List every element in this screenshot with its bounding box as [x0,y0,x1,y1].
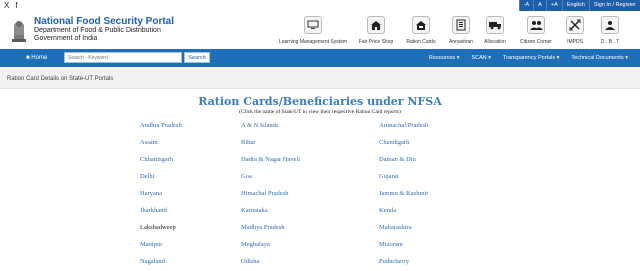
state-row: Nagaland Odisha Puducherry [140,258,460,271]
card-icon [412,16,430,34]
brand-block[interactable]: National Food Security Portal Department… [34,16,174,43]
menu-resources[interactable]: Resources ▾ [429,49,460,67]
social-links: X f [4,1,18,10]
quick-link-fps[interactable]: Fair Price Shop [354,16,398,45]
quick-link-dbt[interactable]: D . B . T [590,16,630,45]
state-link[interactable]: Chandigarh [379,139,409,146]
font-decrease-button[interactable]: -A [518,0,534,11]
state-row: Lakshadweep Madhya Pradesh Maharashtra [140,224,460,241]
state-link[interactable]: Haryana [140,190,162,197]
state-link[interactable]: Puducherry [379,258,409,265]
truck-icon [486,16,504,34]
state-row: Assam Bihar Chandigarh [140,139,460,156]
users-icon [527,16,545,34]
state-link[interactable]: Maharashtra [379,224,411,231]
quick-link-ration-cards[interactable]: Ration Cards [398,16,444,45]
site-header: National Food Security Portal Department… [0,11,640,49]
state-row: Manipur Meghalaya Mizoram [140,241,460,258]
font-normal-button[interactable]: A [533,0,546,11]
state-link[interactable]: Bihar [241,139,255,146]
state-link[interactable]: Dadra & Nagar Haveli [241,156,300,163]
arrows-icon [566,16,584,34]
state-name-static: Lakshadweep [140,224,176,231]
state-link[interactable]: Mizoram [379,241,403,248]
state-link[interactable]: Gujarat [379,173,399,180]
chevron-down-icon: ▾ [488,55,492,61]
state-link[interactable]: Assam [140,139,158,146]
department-name: Department of Food & Public Distribution [34,27,161,34]
top-strip: X f -A A +A English Sign In / Register [0,0,640,11]
state-row: Jharkhand Karnataka Kerala [140,207,460,224]
state-link[interactable]: Kerala [379,207,396,214]
state-link[interactable]: Jharkhand [140,207,167,214]
state-link[interactable]: Odisha [241,258,259,265]
quick-link-impds[interactable]: IMPDS [560,16,590,45]
search-input[interactable] [64,52,182,63]
page-title: Ration Cards/Beneficiaries under NFSA [198,95,442,108]
state-link[interactable]: Andhra Pradesh [140,122,182,129]
document-icon [452,16,470,34]
x-icon[interactable]: X [4,1,9,10]
facebook-icon[interactable]: f [15,1,17,10]
breadcrumb: Ration Card Details on State-UT Portals [0,67,640,89]
state-row: Haryana Himachal Pradesh Jammu & Kashmir [140,190,460,207]
chevron-down-icon: ▾ [625,55,628,61]
transfer-icon [601,16,619,34]
language-select[interactable]: English [561,0,589,11]
state-link[interactable]: Chhattisgarh [140,156,173,163]
state-link[interactable]: Karnataka [241,207,268,214]
state-link[interactable]: Himachal Pradesh [241,190,288,197]
state-link[interactable]: Nagaland [140,258,165,265]
state-link[interactable]: Delhi [140,173,154,180]
quick-link-annavitran[interactable]: Annavitran [444,16,478,45]
home-link[interactable]: ■ Home [26,49,47,67]
main-nav: ■ Home Search Resources ▾ SCAN ▾ Transpa… [0,49,640,67]
state-link[interactable]: Arunachal Pradesh [379,122,428,129]
chevron-down-icon: ▾ [456,55,460,61]
state-row: Chhattisgarh Dadra & Nagar Haveli Daman … [140,156,460,173]
state-row: Delhi Goa Gujarat [140,173,460,190]
quick-link-citizen-corner[interactable]: Citizen Corner [516,16,556,45]
chevron-down-icon: ▾ [556,55,560,61]
font-increase-button[interactable]: +A [545,0,562,11]
state-row: Andhra Pradesh A & N Islands Arunachal P… [140,122,460,139]
quick-link-lms[interactable]: Learning Management System [278,16,348,45]
state-link[interactable]: Meghalaya [241,241,270,248]
sign-in-link[interactable]: Sign In / Register [588,0,640,11]
national-emblem-icon [12,21,26,42]
state-link[interactable]: Madhya Pradesh [241,224,285,231]
menu-transparency-portals[interactable]: Transparency Portals ▾ [503,49,559,67]
state-link[interactable]: Goa [241,173,252,180]
utility-bar: -A A +A English Sign In / Register [518,0,640,11]
main-content: Ration Cards/Beneficiaries under NFSA (C… [0,89,640,271]
search-button[interactable]: Search [184,52,210,63]
quick-link-allocation[interactable]: Allocation [478,16,512,45]
state-link[interactable]: Manipur [140,241,162,248]
portal-title: National Food Security Portal [34,16,175,27]
menu-technical-documents[interactable]: Technical Documents ▾ [571,49,628,67]
page-subtitle: (Click the name of State/UT to view thei… [239,109,401,115]
nav-menu: Resources ▾ SCAN ▾ Transparency Portals … [429,49,628,67]
state-link[interactable]: Jammu & Kashmir [379,190,428,197]
state-link[interactable]: A & N Islands [241,122,278,129]
monitor-icon [304,16,322,34]
menu-scan[interactable]: SCAN ▾ [471,49,491,67]
state-link[interactable]: Daman & Diu [379,156,416,163]
breadcrumb-text: Ration Card Details on State-UT Portals [7,76,114,82]
government-name: Government of India [34,35,98,42]
shop-icon [367,16,385,34]
